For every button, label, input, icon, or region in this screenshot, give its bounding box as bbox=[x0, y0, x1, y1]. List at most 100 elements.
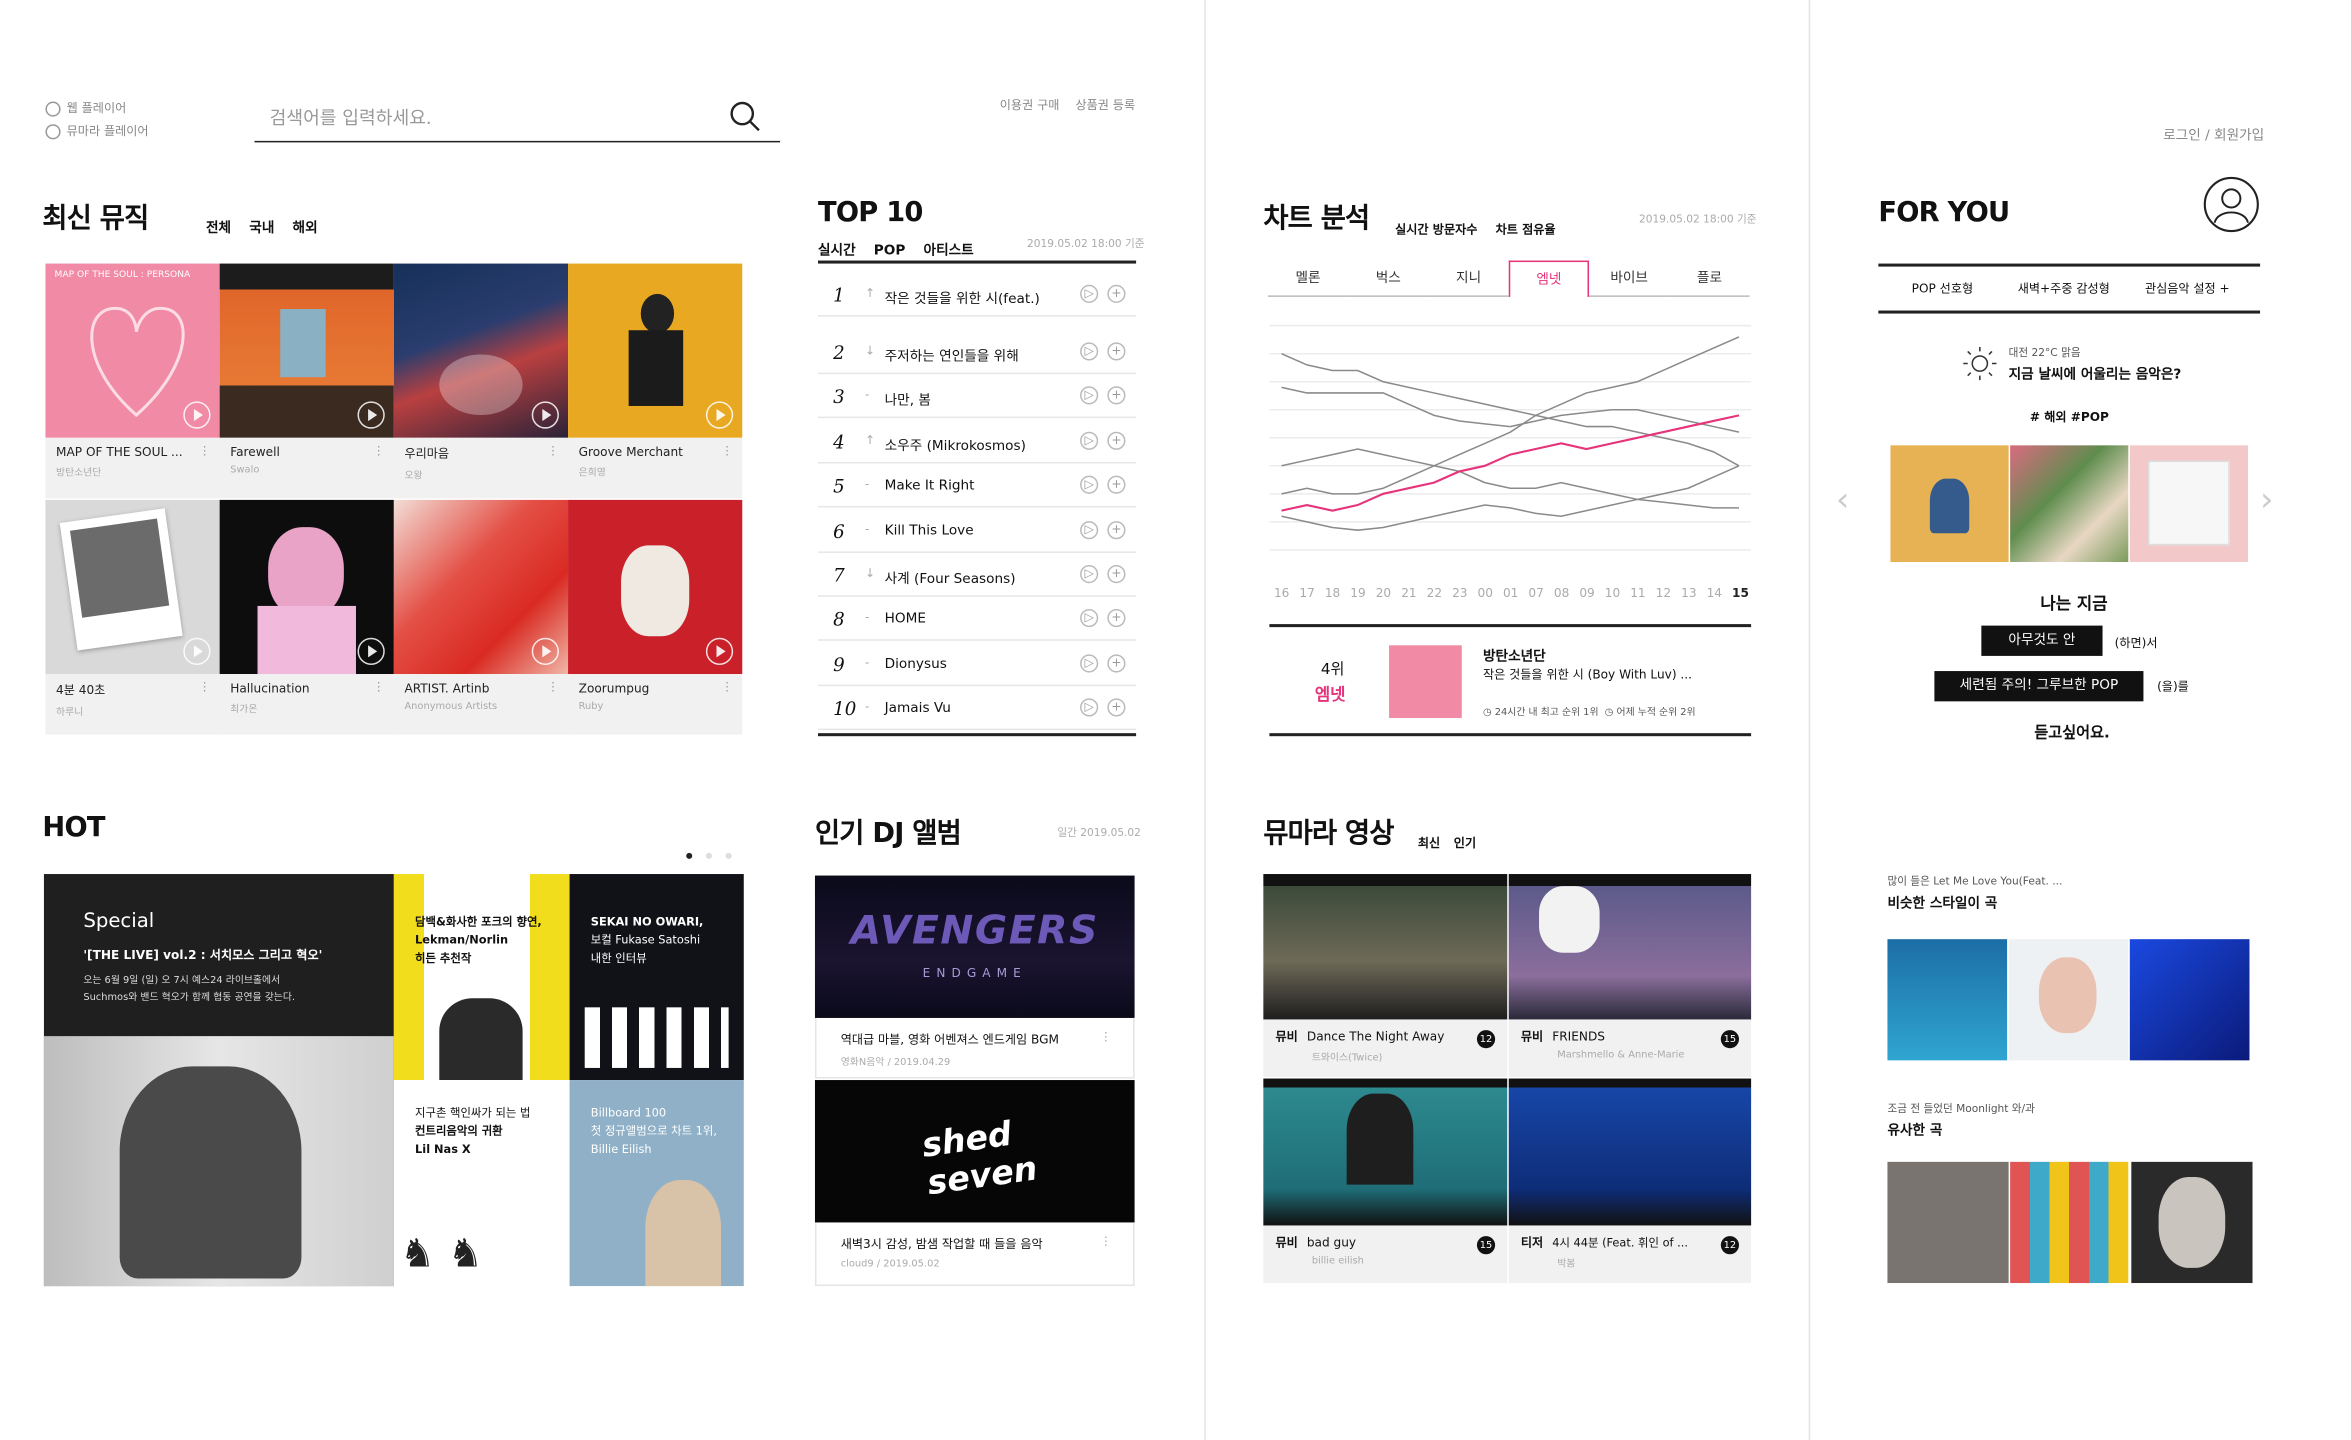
more-icon[interactable]: ⋮ bbox=[721, 680, 733, 694]
similar-cover[interactable] bbox=[1887, 939, 2008, 1061]
video-thumbnail[interactable] bbox=[1508, 1078, 1752, 1226]
album-caption[interactable]: MAP OF THE SOUL ... 방탄소년단 ⋮ bbox=[45, 437, 220, 499]
album-cover[interactable] bbox=[568, 499, 743, 675]
carousel-dots[interactable] bbox=[686, 836, 732, 865]
service-tab[interactable]: 바이브 bbox=[1589, 261, 1670, 297]
foryou-tab-settings[interactable]: 관심음악 설정 + bbox=[2145, 280, 2230, 297]
latest-tab-overseas[interactable]: 해외 bbox=[293, 221, 318, 236]
album-cover[interactable] bbox=[568, 263, 743, 438]
login-link[interactable]: 로그인 / 회원가입 bbox=[2163, 124, 2264, 144]
more-icon[interactable]: ⋮ bbox=[373, 444, 385, 458]
service-tab[interactable]: 멜론 bbox=[1267, 261, 1349, 297]
web-player-link[interactable]: 웹 플레이어 bbox=[45, 100, 126, 117]
chart-row[interactable]: 3 - 나만, 봄 ▷ + bbox=[817, 375, 1137, 419]
video-tab-popular[interactable]: 인기 bbox=[1454, 836, 1476, 850]
play-icon[interactable] bbox=[705, 637, 734, 665]
add-icon[interactable]: + bbox=[1107, 431, 1126, 450]
prev-arrow-icon[interactable]: ‹ bbox=[1836, 482, 1849, 520]
more-icon[interactable]: ⋮ bbox=[1100, 1235, 1112, 1249]
more-icon[interactable]: ⋮ bbox=[547, 680, 559, 694]
video-thumbnail[interactable] bbox=[1263, 1078, 1508, 1226]
hot-card[interactable]: Billboard 100 첫 정규앨범으로 차트 1위, Billie Eilis… bbox=[569, 1080, 744, 1287]
video-thumbnail[interactable] bbox=[1508, 874, 1752, 1020]
album-cover[interactable]: MAP OF THE SOUL : PERSONA bbox=[45, 263, 220, 438]
album-caption[interactable]: Hallucination 최가온 ⋮ bbox=[219, 674, 394, 735]
recommend-cover[interactable] bbox=[1890, 445, 2009, 562]
chart-row[interactable]: 1 ↑ 작은 것들을 위한 시(feat.) ▷ + bbox=[817, 273, 1137, 317]
summary-song[interactable]: 작은 것들을 위한 시 (Boy With Luv) ... bbox=[1483, 667, 1692, 684]
add-icon[interactable]: + bbox=[1107, 475, 1126, 495]
more-icon[interactable]: ⋮ bbox=[721, 444, 733, 458]
service-tab[interactable]: 지니 bbox=[1428, 261, 1509, 297]
buy-pass-link[interactable]: 이용권 구매 bbox=[1000, 97, 1060, 114]
similar-cover[interactable] bbox=[2008, 939, 2129, 1061]
foryou-tab-pop[interactable]: POP 선호형 bbox=[1912, 280, 1973, 297]
dj-caption[interactable]: 새벽3시 감성, 밤샘 작업할 때 들을 음악 cloud9 / 2019.05… bbox=[814, 1222, 1135, 1287]
summary-cover[interactable] bbox=[1389, 645, 1462, 719]
similar-cover[interactable] bbox=[1887, 1161, 2009, 1284]
top10-tab-pop[interactable]: POP bbox=[874, 244, 906, 259]
chart-row[interactable]: 8 - HOME ▷ + bbox=[817, 597, 1137, 642]
album-caption[interactable]: Groove Merchant 은희영 ⋮ bbox=[568, 437, 743, 499]
similar-cover[interactable] bbox=[2129, 939, 2250, 1061]
service-tab[interactable]: 벅스 bbox=[1348, 261, 1429, 297]
add-icon[interactable]: + bbox=[1107, 565, 1126, 584]
chart-row[interactable]: 9 - Dionysus ▷ + bbox=[817, 642, 1137, 686]
gift-card-link[interactable]: 상품권 등록 bbox=[1076, 97, 1136, 114]
video-caption[interactable]: 뮤비 FRIENDS Marshmello & Anne-Marie 15 bbox=[1508, 1019, 1752, 1078]
play-icon[interactable] bbox=[531, 637, 559, 665]
hot-card[interactable]: SEKAI NO OWARI, 보컬 Fukase Satoshi 내한 인터뷰 bbox=[569, 874, 744, 1081]
video-caption[interactable]: 뮤비 Dance The Night Away 트와이스(Twice) 12 bbox=[1263, 1019, 1508, 1078]
more-icon[interactable]: ⋮ bbox=[198, 444, 210, 458]
genre-option-button[interactable]: 세련됨 주의! 그루브한 POP bbox=[1934, 671, 2144, 702]
foryou-tab-dawn[interactable]: 새벽+주중 감성형 bbox=[2018, 280, 2110, 297]
play-icon[interactable]: ▷ bbox=[1080, 520, 1099, 539]
similar-cover[interactable] bbox=[2010, 1161, 2129, 1284]
album-cover[interactable] bbox=[45, 499, 220, 675]
dj-cover[interactable]: AVENGERS ENDGAME bbox=[814, 875, 1135, 1018]
recommend-cover[interactable] bbox=[2129, 445, 2248, 562]
album-cover[interactable] bbox=[393, 263, 569, 438]
video-caption[interactable]: 뮤비 bad guy billie eilish 15 bbox=[1263, 1225, 1508, 1284]
album-caption[interactable]: 우리마음 오왕 ⋮ bbox=[393, 437, 569, 499]
next-arrow-icon[interactable]: › bbox=[2260, 482, 2273, 520]
video-caption[interactable]: 티저 4시 44분 (Feat. 휘인 of ... 박봄 12 bbox=[1508, 1225, 1752, 1284]
album-cover[interactable] bbox=[393, 499, 569, 675]
top10-tab-realtime[interactable]: 실시간 bbox=[818, 244, 856, 259]
album-caption[interactable]: Farewell Swalo ⋮ bbox=[219, 437, 394, 499]
play-icon[interactable]: ▷ bbox=[1080, 386, 1099, 406]
add-icon[interactable]: + bbox=[1107, 654, 1126, 673]
album-cover[interactable] bbox=[219, 263, 394, 438]
top10-tab-artist[interactable]: 아티스트 bbox=[924, 244, 974, 259]
chart-row[interactable]: 2 ↓ 주저하는 연인들을 위해 ▷ + bbox=[817, 330, 1137, 375]
play-icon[interactable]: ▷ bbox=[1080, 284, 1099, 303]
more-icon[interactable]: ⋮ bbox=[1100, 1030, 1112, 1044]
play-icon[interactable] bbox=[357, 637, 385, 665]
add-icon[interactable]: + bbox=[1107, 342, 1126, 361]
chart-row[interactable]: 7 ↓ 사계 (Four Seasons) ▷ + bbox=[817, 553, 1137, 597]
video-tab-latest[interactable]: 최신 bbox=[1418, 836, 1440, 850]
search-bar[interactable]: 검색어를 입력하세요. bbox=[254, 97, 781, 143]
chart-row[interactable]: 5 - Make It Right ▷ + bbox=[817, 464, 1137, 508]
chart-tab-visitors[interactable]: 실시간 방문자수 bbox=[1395, 223, 1477, 237]
recommend-cover[interactable] bbox=[2010, 445, 2129, 562]
dj-cover[interactable]: shed seven bbox=[814, 1080, 1135, 1223]
similar-cover[interactable] bbox=[2131, 1161, 2253, 1284]
dj-caption[interactable]: 역대급 마블, 영화 어벤져스 엔드게임 BGM 영화N음악 / 2019.04… bbox=[814, 1017, 1135, 1079]
album-caption[interactable]: 4분 40초 하루니 ⋮ bbox=[45, 674, 220, 735]
search-icon[interactable] bbox=[729, 100, 762, 133]
more-icon[interactable]: ⋮ bbox=[373, 680, 385, 694]
album-caption[interactable]: ARTIST. Artinb Anonymous Artists ⋮ bbox=[393, 674, 569, 735]
play-icon[interactable]: ▷ bbox=[1080, 342, 1099, 361]
hot-card[interactable]: 지구촌 핵인싸가 되는 법 컨트리음악의 귀환 Lil Nas X ♞ ♞ bbox=[393, 1080, 570, 1287]
chart-row[interactable]: 10- Jamais Vu ▷ + bbox=[817, 686, 1137, 731]
chart-tab-share[interactable]: 차트 점유율 bbox=[1496, 223, 1556, 237]
service-tab[interactable]: 엠넷 bbox=[1508, 260, 1590, 297]
add-icon[interactable]: + bbox=[1107, 284, 1126, 303]
play-icon[interactable]: ▷ bbox=[1080, 565, 1099, 584]
play-icon[interactable] bbox=[183, 401, 211, 429]
add-icon[interactable]: + bbox=[1107, 520, 1126, 539]
play-icon[interactable] bbox=[705, 401, 734, 429]
play-icon[interactable]: ▷ bbox=[1080, 609, 1099, 628]
user-avatar-icon[interactable] bbox=[2203, 176, 2261, 234]
